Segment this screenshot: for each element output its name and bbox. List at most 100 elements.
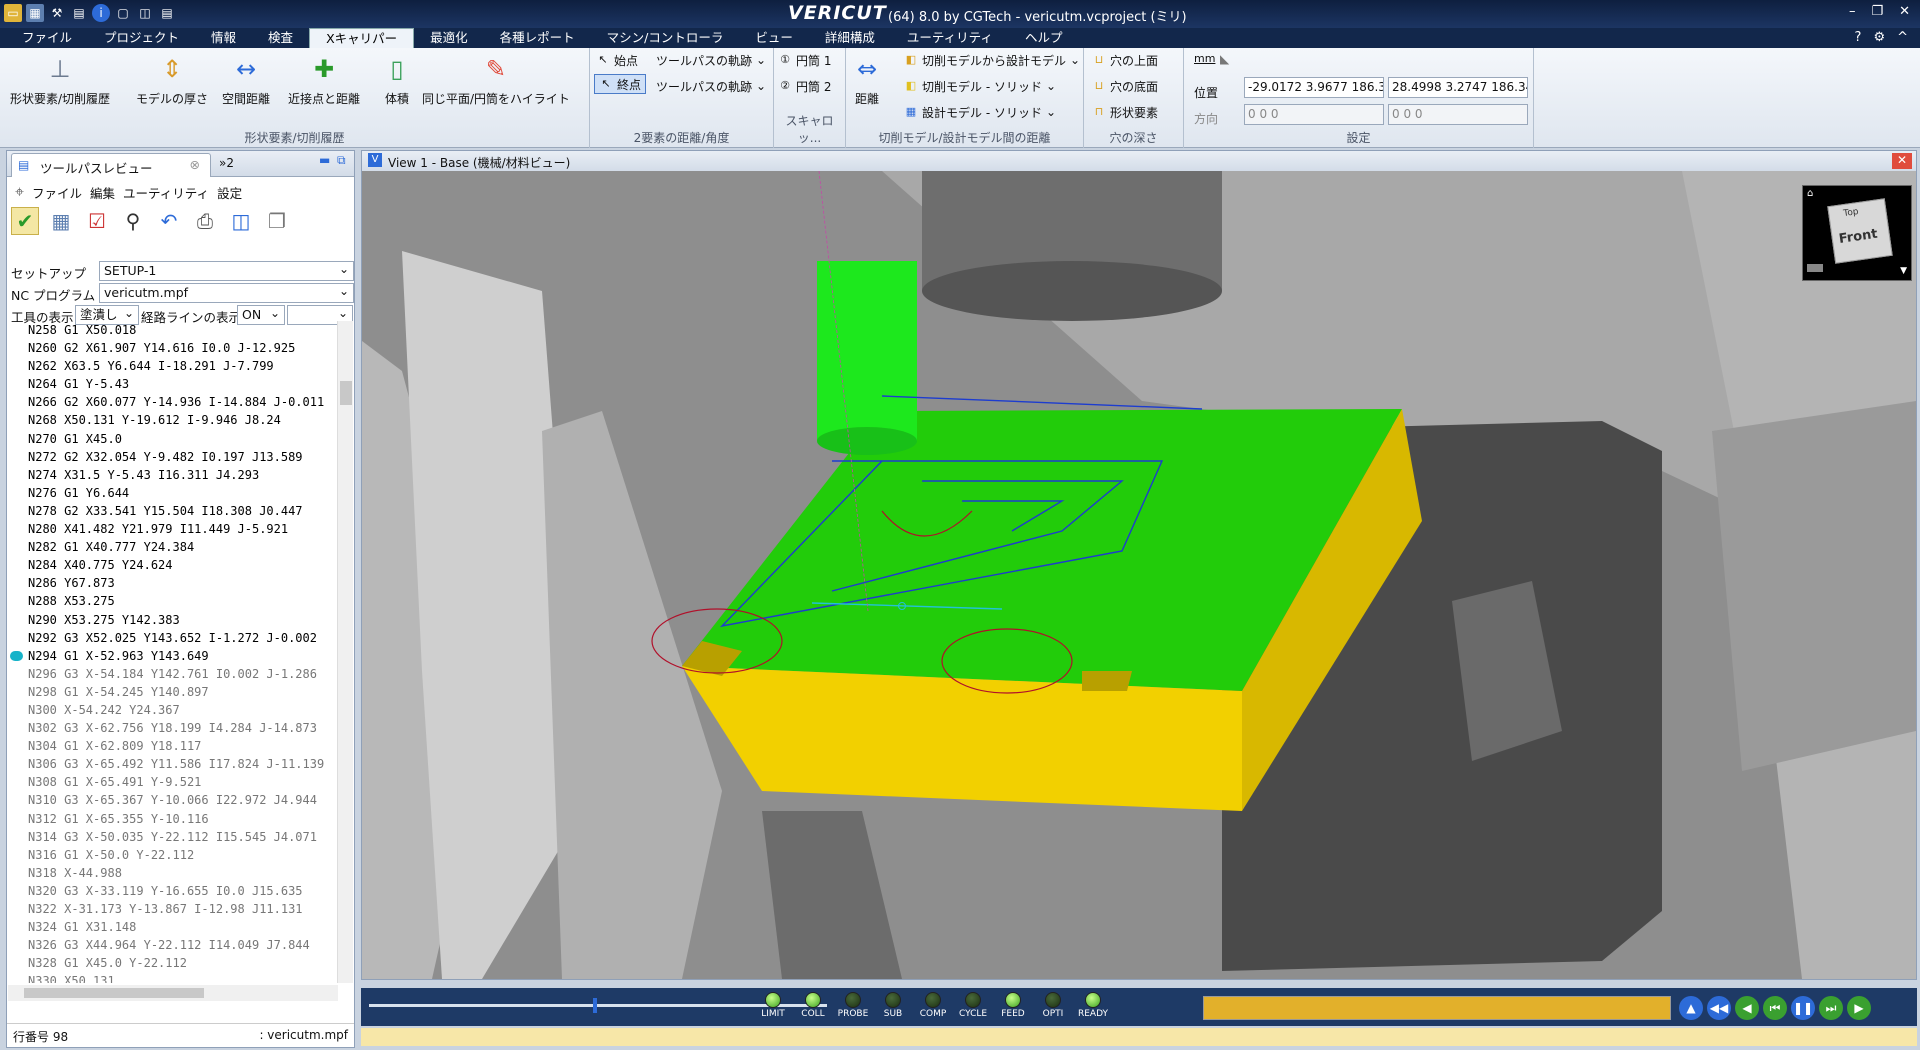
close-tab-icon[interactable]: ⊗ — [190, 157, 200, 172]
ruler-icon[interactable]: ◣ — [1220, 52, 1229, 66]
open-folder-icon[interactable]: ▭ — [4, 4, 22, 22]
model-thickness-button[interactable]: ⇕ モデルの厚さ — [136, 52, 208, 107]
nc-line[interactable]: N318 X-44.988 — [8, 864, 336, 882]
print-icon[interactable]: ⎙ — [191, 207, 219, 235]
hole-bottom-button[interactable]: ⊔ 穴の底面 — [1092, 76, 1158, 96]
restore-button[interactable]: ❐ — [1871, 4, 1883, 19]
nc-line[interactable]: N290 X53.275 Y142.383 — [8, 611, 336, 629]
float-panel-icon[interactable]: ⧉ — [337, 153, 346, 168]
cube-dropdown-icon[interactable]: ▼ — [1900, 266, 1907, 276]
nc-line-current[interactable]: N294 G1 X-52.963 Y143.649 — [8, 647, 336, 665]
tab-file[interactable]: ファイル — [6, 28, 88, 48]
nc-line[interactable]: N272 G2 X32.054 Y-9.482 I0.197 J13.589 — [8, 448, 336, 466]
highlight-plane-button[interactable]: ✎ 同じ平面/円筒をハイライト — [422, 52, 570, 107]
layout-icon[interactable]: ▤ — [158, 4, 176, 22]
check-icon[interactable]: ✔ — [11, 207, 39, 235]
close-button[interactable]: ✕ — [1899, 4, 1910, 19]
play-icon[interactable]: ▶ — [1847, 996, 1871, 1020]
tab-view[interactable]: ビュー — [739, 28, 809, 48]
scroll-thumb[interactable] — [24, 988, 204, 998]
panel-menu-file[interactable]: ファイル — [32, 183, 82, 202]
horizontal-scrollbar[interactable] — [8, 985, 338, 1001]
cube-menu-icon[interactable] — [1807, 264, 1823, 272]
step-forward-icon[interactable]: ⏭ — [1819, 996, 1843, 1020]
minimize-button[interactable]: – — [1849, 4, 1856, 19]
nc-line[interactable]: N278 G2 X33.541 Y15.504 I18.308 J0.447 — [8, 502, 336, 520]
nc-line[interactable]: N282 G1 X40.777 Y24.384 — [8, 538, 336, 556]
nc-line[interactable]: N274 X31.5 Y-5.43 I16.311 J4.293 — [8, 466, 336, 484]
hole-top-button[interactable]: ⊔ 穴の上面 — [1092, 50, 1158, 70]
air-distance-button[interactable]: ↔ 空間距離 — [222, 52, 270, 107]
panel-menu-settings[interactable]: 設定 — [217, 183, 242, 202]
cube-face[interactable]: Top Front — [1827, 198, 1893, 264]
feature-button[interactable]: ⊓ 形状要素 — [1092, 102, 1158, 122]
end-point-button[interactable]: ↖ 終点 — [594, 74, 647, 94]
toolpath-trace-dropdown-2[interactable]: ツールパスの軌跡 ⌄ — [656, 76, 766, 96]
tab-machine-control[interactable]: マシン/コントローラ — [591, 28, 740, 48]
circle1-button[interactable]: ① 円筒 1 — [778, 50, 831, 70]
minimize-panel-icon[interactable]: ▬ — [319, 153, 330, 167]
nc-inc-icon[interactable]: ▦ — [47, 207, 75, 235]
nc-line[interactable]: N308 G1 X-65.491 Y-9.521 — [8, 773, 336, 791]
nc-line[interactable]: N276 G1 Y6.644 — [8, 484, 336, 502]
tab-utility[interactable]: ユーティリティ — [891, 28, 1009, 48]
nc-line[interactable]: N298 G1 X-54.245 Y140.897 — [8, 683, 336, 701]
nc-line[interactable]: N328 G1 X45.0 Y-22.112 — [8, 954, 336, 972]
nc-line[interactable]: N268 X50.131 Y-19.612 I-9.946 J8.24 — [8, 411, 336, 429]
help-icon[interactable]: ? — [1855, 30, 1862, 45]
position-field-1[interactable]: -29.0172 3.9677 186.34 — [1244, 77, 1384, 98]
nc-line[interactable]: N264 G1 Y-5.43 — [8, 375, 336, 393]
nc-line[interactable]: N262 X63.5 Y6.644 I-18.291 J-7.799 — [8, 357, 336, 375]
cut-to-design-dropdown[interactable]: ◧ 切削モデルから設計モデル ⌄ — [904, 50, 1080, 70]
nc-line[interactable]: N286 Y67.873 — [8, 574, 336, 592]
binoculars-icon[interactable]: ⚲ — [119, 207, 147, 235]
vertical-scrollbar[interactable] — [337, 321, 353, 983]
nc-program-select[interactable]: vericutm.mpf — [99, 282, 354, 303]
panel-menu-utility[interactable]: ユーティリティ — [123, 183, 209, 202]
design-solid-dropdown[interactable]: ▦ 設計モデル - ソリッド ⌄ — [904, 102, 1056, 122]
view-close-button[interactable]: ✕ — [1892, 153, 1912, 169]
nc-line[interactable]: N304 G1 X-62.809 Y18.117 — [8, 737, 336, 755]
nc-check-icon[interactable]: ☑ — [83, 207, 111, 235]
skip-start-icon[interactable]: ⏮ — [1763, 996, 1787, 1020]
panel-menu-edit[interactable]: 編集 — [90, 183, 115, 202]
position-field-2[interactable]: 28.4998 3.2747 186.344 — [1388, 77, 1528, 98]
tab-info[interactable]: 情報 — [195, 28, 252, 48]
cut-solid-dropdown[interactable]: ◧ 切削モデル - ソリッド ⌄ — [904, 76, 1056, 96]
nc-line[interactable]: N320 G3 X-33.119 Y-16.655 I0.0 J15.635 — [8, 882, 336, 900]
setup-select[interactable]: SETUP-1 — [99, 260, 354, 281]
calendar-icon[interactable]: ▦ — [26, 4, 44, 22]
nc-line[interactable]: N312 G1 X-65.355 Y-10.116 — [8, 810, 336, 828]
rewind-icon[interactable]: ◀◀ — [1707, 996, 1731, 1020]
view-orientation-cube[interactable]: ⌂ Top Front ▼ — [1802, 185, 1912, 281]
tab-help[interactable]: ヘルプ — [1009, 28, 1079, 48]
pause-icon[interactable]: ❚❚ — [1791, 996, 1815, 1020]
tab-toolpath-review[interactable]: ▤ ツールパスレビュー ⊗ — [11, 153, 211, 177]
home-icon[interactable]: ⌂ — [1807, 188, 1813, 199]
nc-line[interactable]: N260 G2 X61.907 Y14.616 I0.0 J-12.925 — [8, 339, 336, 357]
volume-button[interactable]: ▯ 体積 — [380, 52, 414, 107]
split-panel-icon[interactable]: ◫ — [227, 207, 255, 235]
nc-line[interactable]: N296 G3 X-54.184 Y142.761 I0.002 J-1.286 — [8, 665, 336, 683]
collapse-ribbon-icon[interactable]: ^ — [1897, 30, 1908, 45]
gear-icon[interactable]: ⚙ — [1873, 30, 1885, 45]
nc-code-list[interactable]: N258 G1 X50.018 N260 G2 X61.907 Y14.616 I… — [8, 321, 336, 983]
nc-line[interactable]: N270 G1 X45.0 — [8, 430, 336, 448]
circle2-button[interactable]: ② 円筒 2 — [778, 76, 831, 96]
report-icon[interactable]: ▤ — [70, 4, 88, 22]
nc-line[interactable]: N322 X-31.173 Y-13.867 I-12.98 J11.131 — [8, 900, 336, 918]
toolpath-trace-dropdown-1[interactable]: ツールパスの軌跡 ⌄ — [656, 50, 766, 70]
info-icon[interactable]: i — [92, 4, 110, 22]
wrench-icon[interactable]: ⚒ — [48, 4, 66, 22]
tab-project[interactable]: プロジェクト — [88, 28, 195, 48]
nc-line[interactable]: N292 G3 X52.025 Y143.652 I-1.272 J-0.002 — [8, 629, 336, 647]
tab-configuration[interactable]: 詳細構成 — [809, 28, 891, 48]
nc-line[interactable]: N324 G1 X31.148 — [8, 918, 336, 936]
nc-line[interactable]: N288 X53.275 — [8, 592, 336, 610]
nc-line[interactable]: N280 X41.482 Y21.979 I11.449 J-5.921 — [8, 520, 336, 538]
slider-thumb[interactable] — [593, 998, 598, 1013]
tab-x-caliper[interactable]: Xキャリパー — [309, 28, 415, 48]
reset-icon[interactable]: ▲ — [1679, 996, 1703, 1020]
step-back-icon[interactable]: ◀ — [1735, 996, 1759, 1020]
nc-line[interactable]: N302 G3 X-62.756 Y18.199 I4.284 J-14.873 — [8, 719, 336, 737]
